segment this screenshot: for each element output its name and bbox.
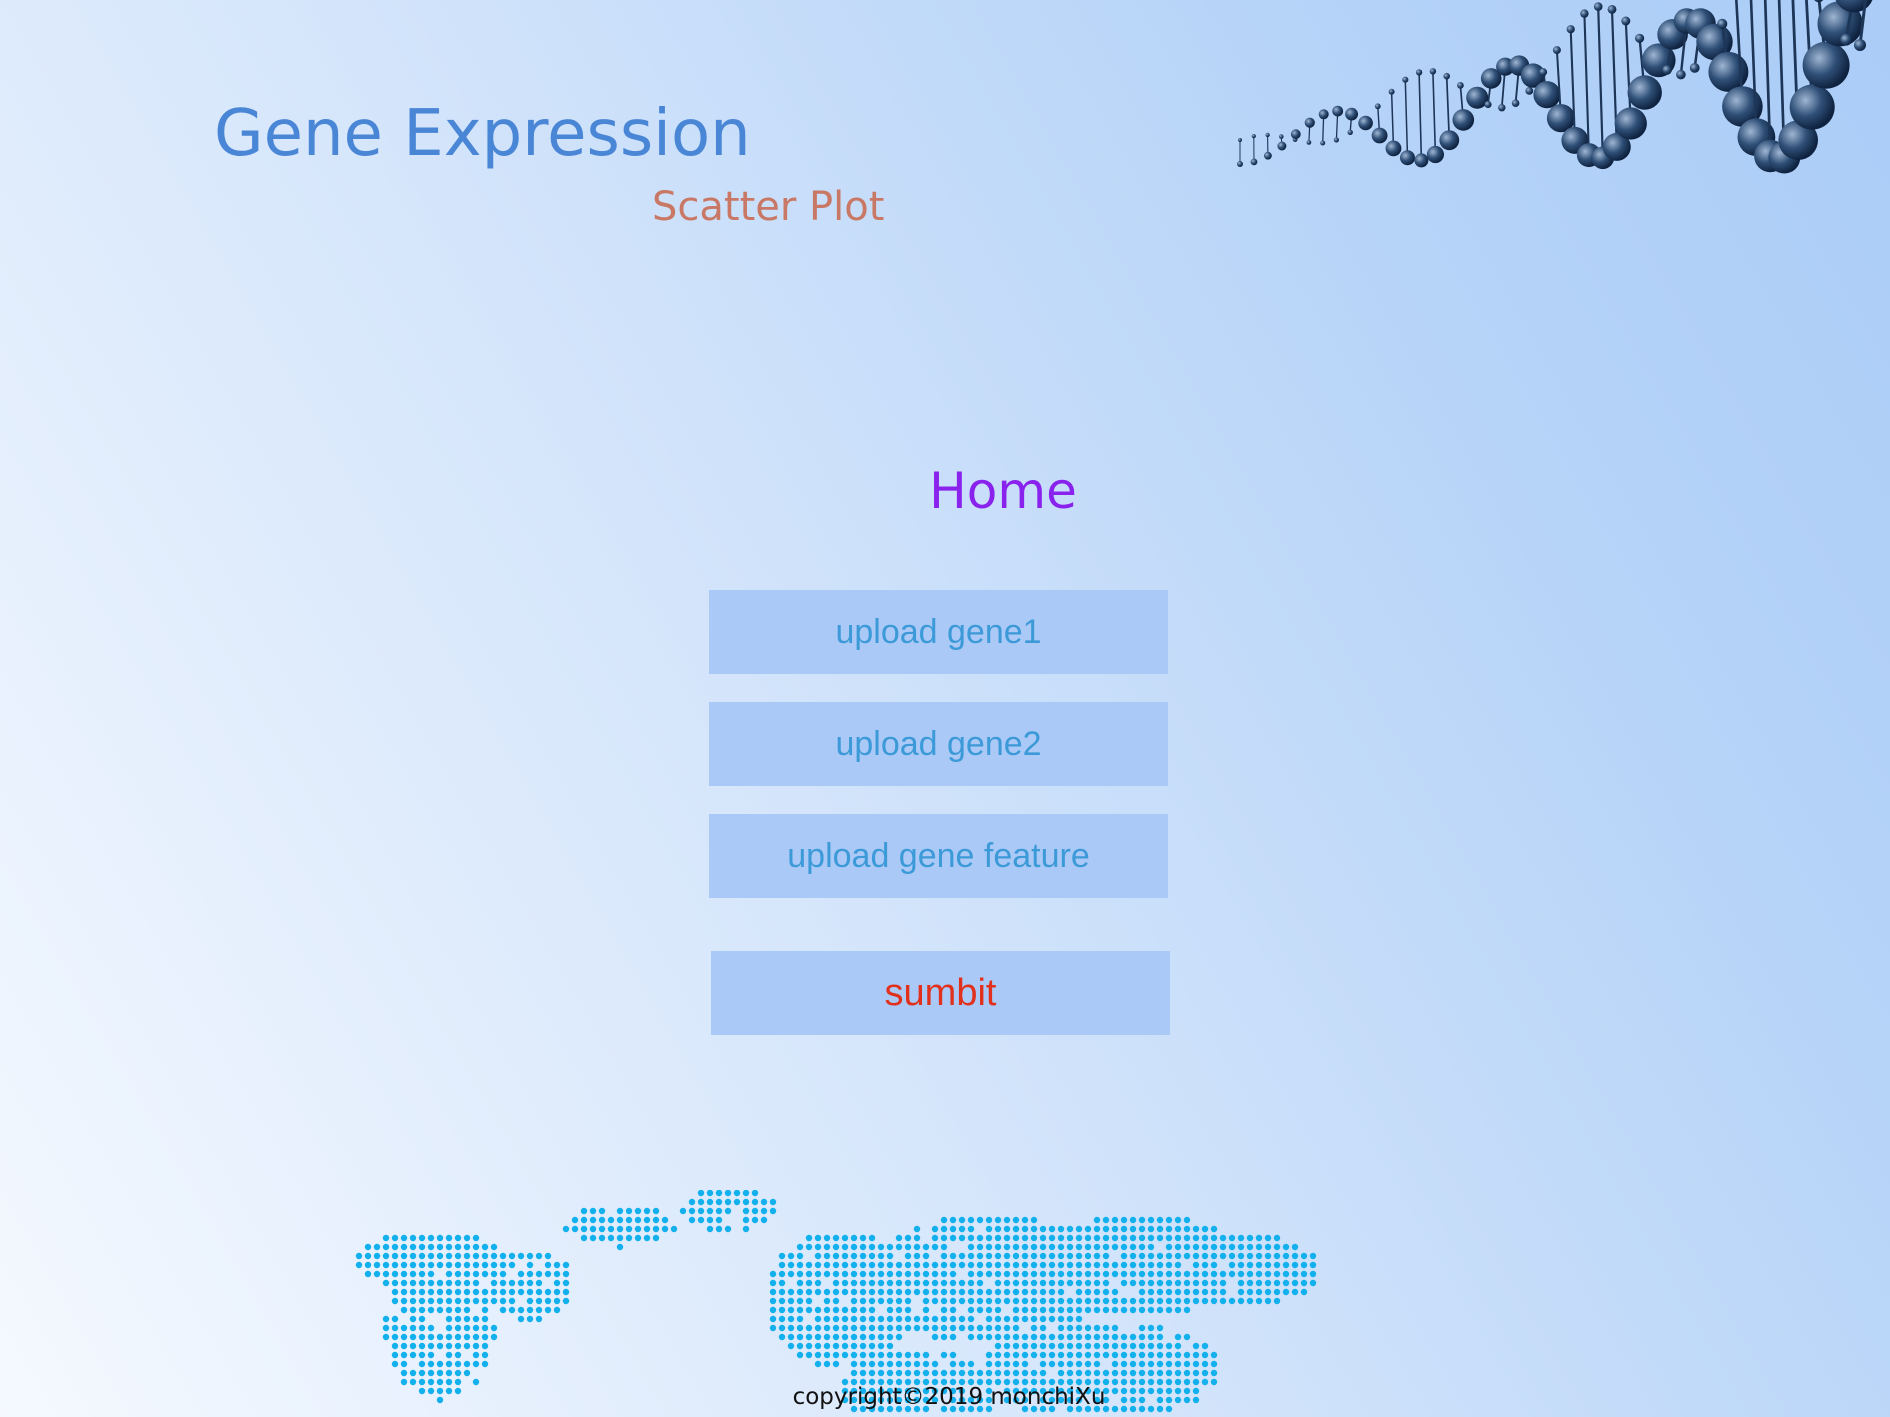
upload-gene1-button[interactable]: upload gene1 [709, 590, 1168, 674]
upload-gene2-button[interactable]: upload gene2 [709, 702, 1168, 786]
world-map-icon [355, 1190, 1317, 1413]
submit-button[interactable]: sumbit [711, 951, 1170, 1035]
page-heading: Home [0, 466, 1890, 516]
app-subtitle: Scatter Plot [652, 184, 885, 230]
app-title: Gene Expression [214, 97, 751, 171]
copyright-footer: copyright©2019 monchiXu [0, 1386, 1890, 1409]
copyright-text: copyright©2019 monchiXu [792, 1384, 1106, 1410]
upload-gene-feature-button[interactable]: upload gene feature [709, 814, 1168, 898]
page-heading-text: Home [929, 462, 1077, 520]
dna-helix-icon [1237, 0, 1873, 174]
